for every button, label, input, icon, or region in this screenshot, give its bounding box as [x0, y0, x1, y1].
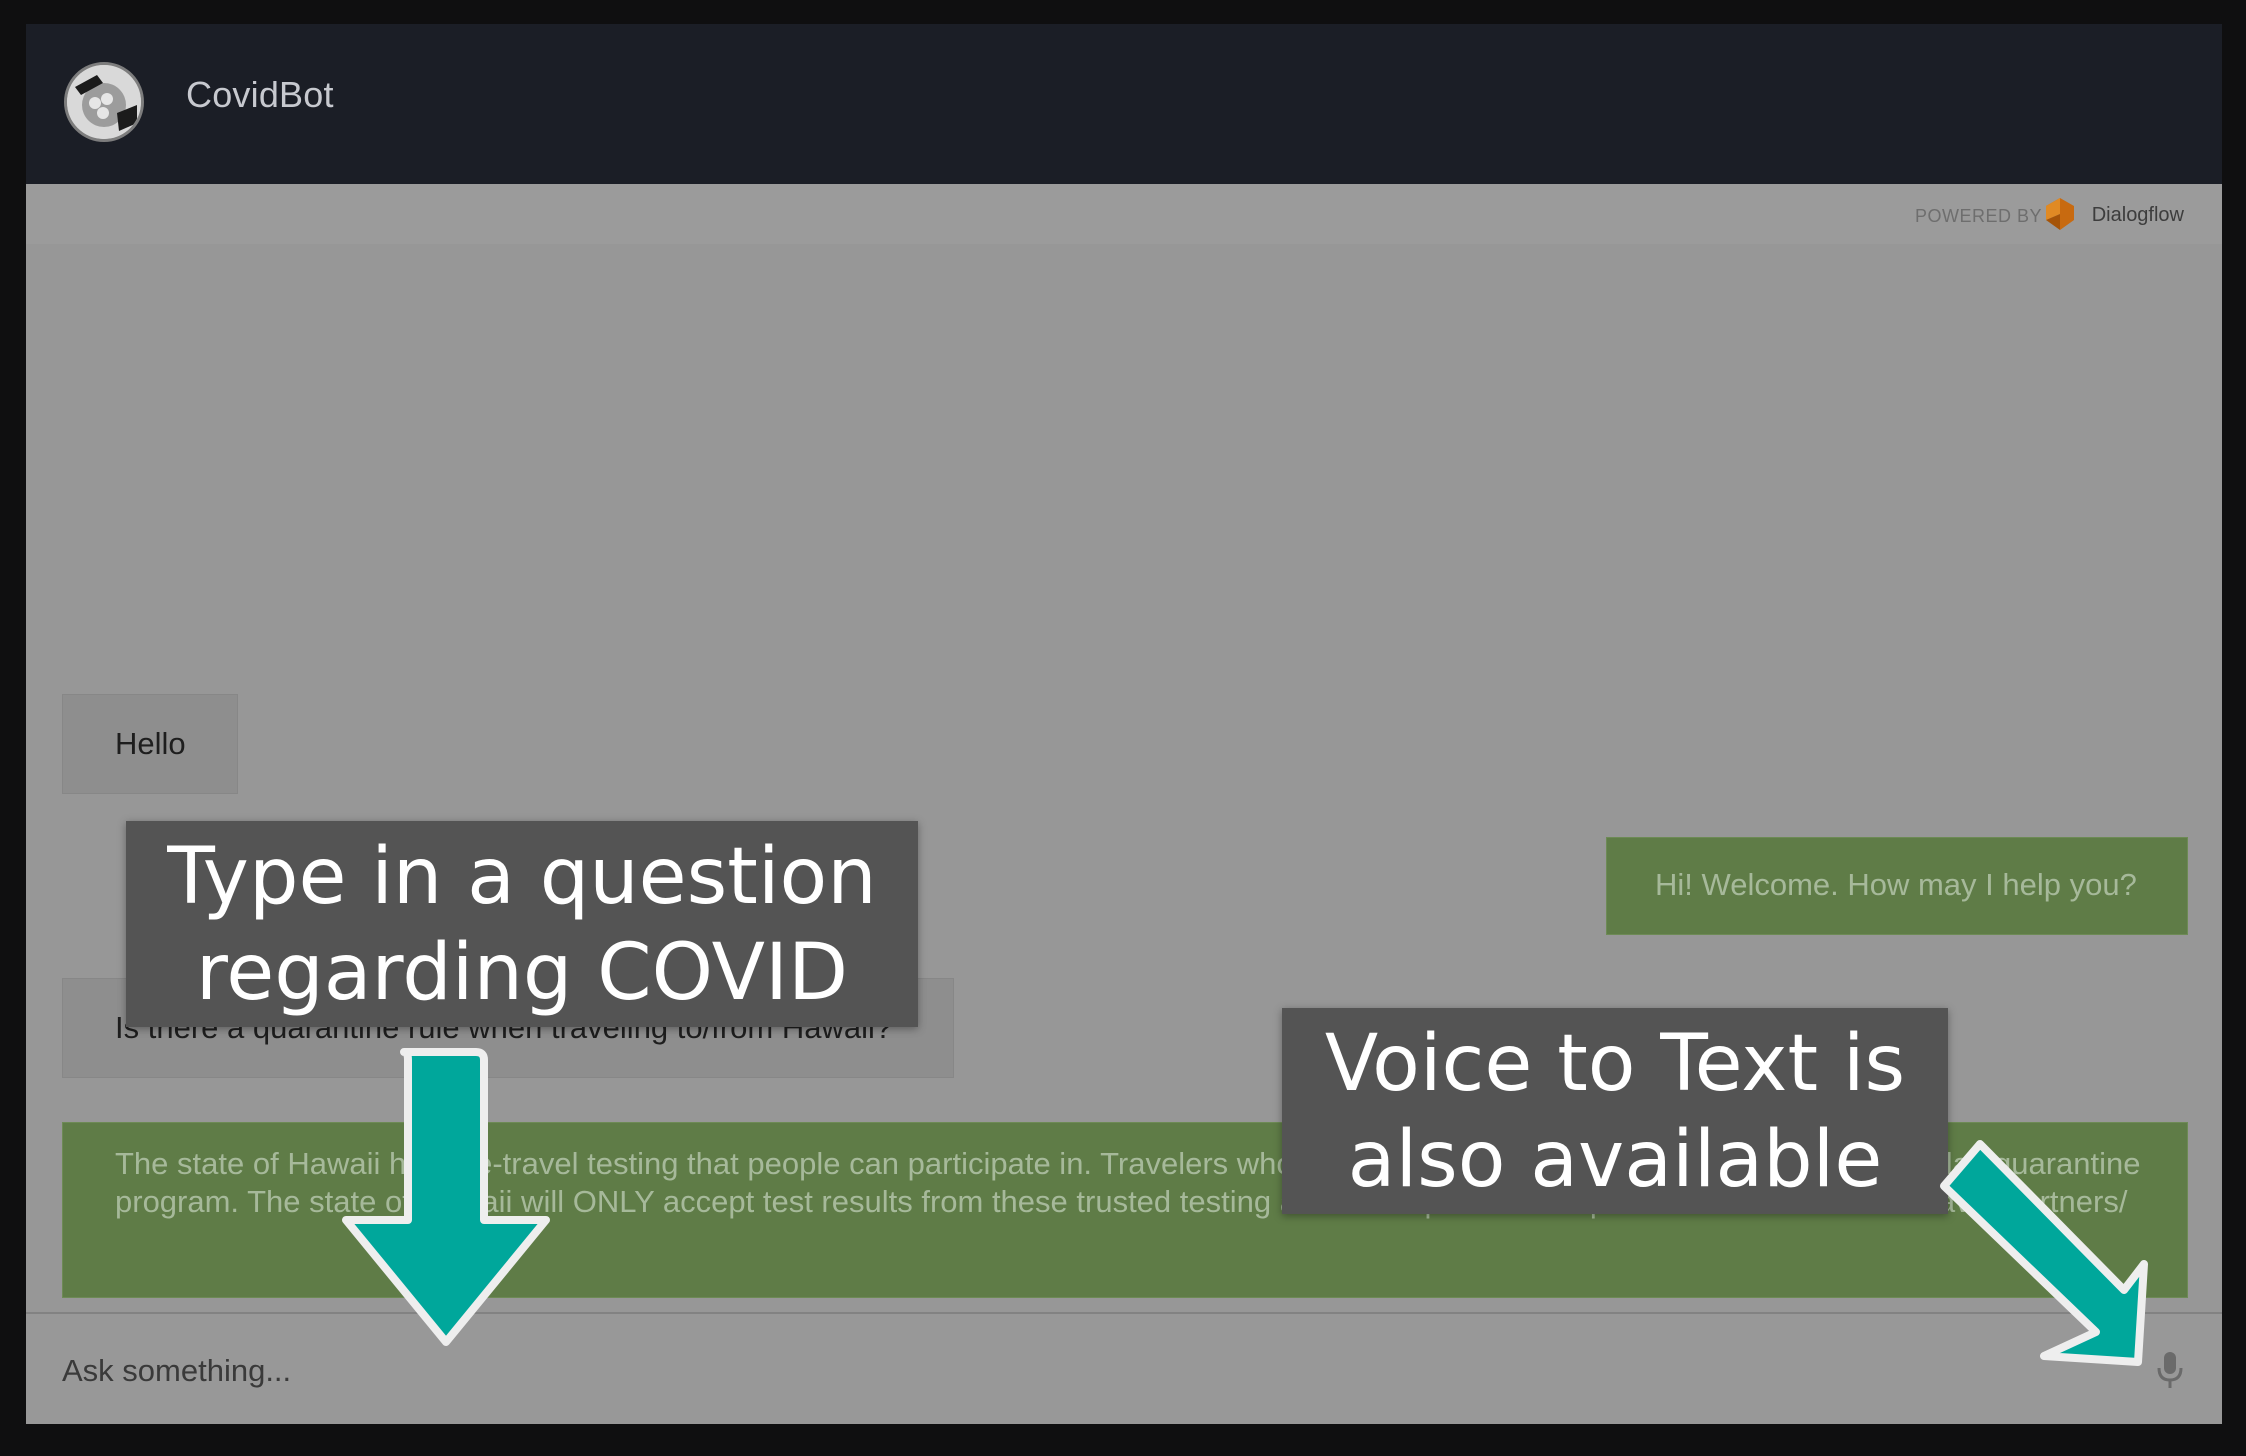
arrow-down-icon — [342, 1048, 550, 1346]
tutorial-arrows — [342, 1048, 2148, 1366]
chat-window: CovidBot POWERED BY Dialogflow Hello Hi!… — [26, 24, 2222, 1424]
arrow-down-right-icon — [1940, 1140, 2148, 1366]
